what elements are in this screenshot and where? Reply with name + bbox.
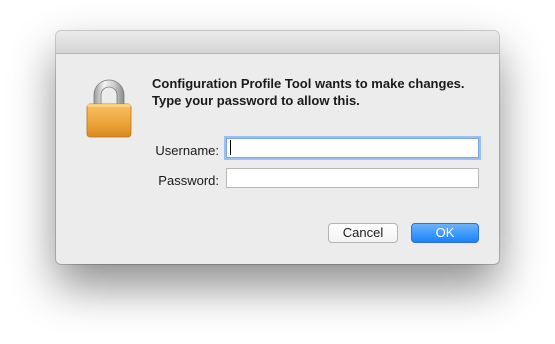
password-label: Password:: [158, 173, 219, 188]
password-field[interactable]: [226, 168, 479, 188]
cancel-button[interactable]: Cancel: [328, 223, 398, 243]
lock-icon: [83, 75, 135, 139]
prompt-message: Configuration Profile Tool wants to make…: [152, 76, 465, 108]
authentication-dialog: Configuration Profile Tool wants to make…: [56, 31, 499, 264]
username-label: Username:: [155, 143, 219, 158]
ok-button[interactable]: OK: [411, 223, 479, 243]
username-field[interactable]: [226, 138, 479, 158]
text-cursor: [230, 140, 231, 155]
title-bar[interactable]: [56, 31, 499, 54]
